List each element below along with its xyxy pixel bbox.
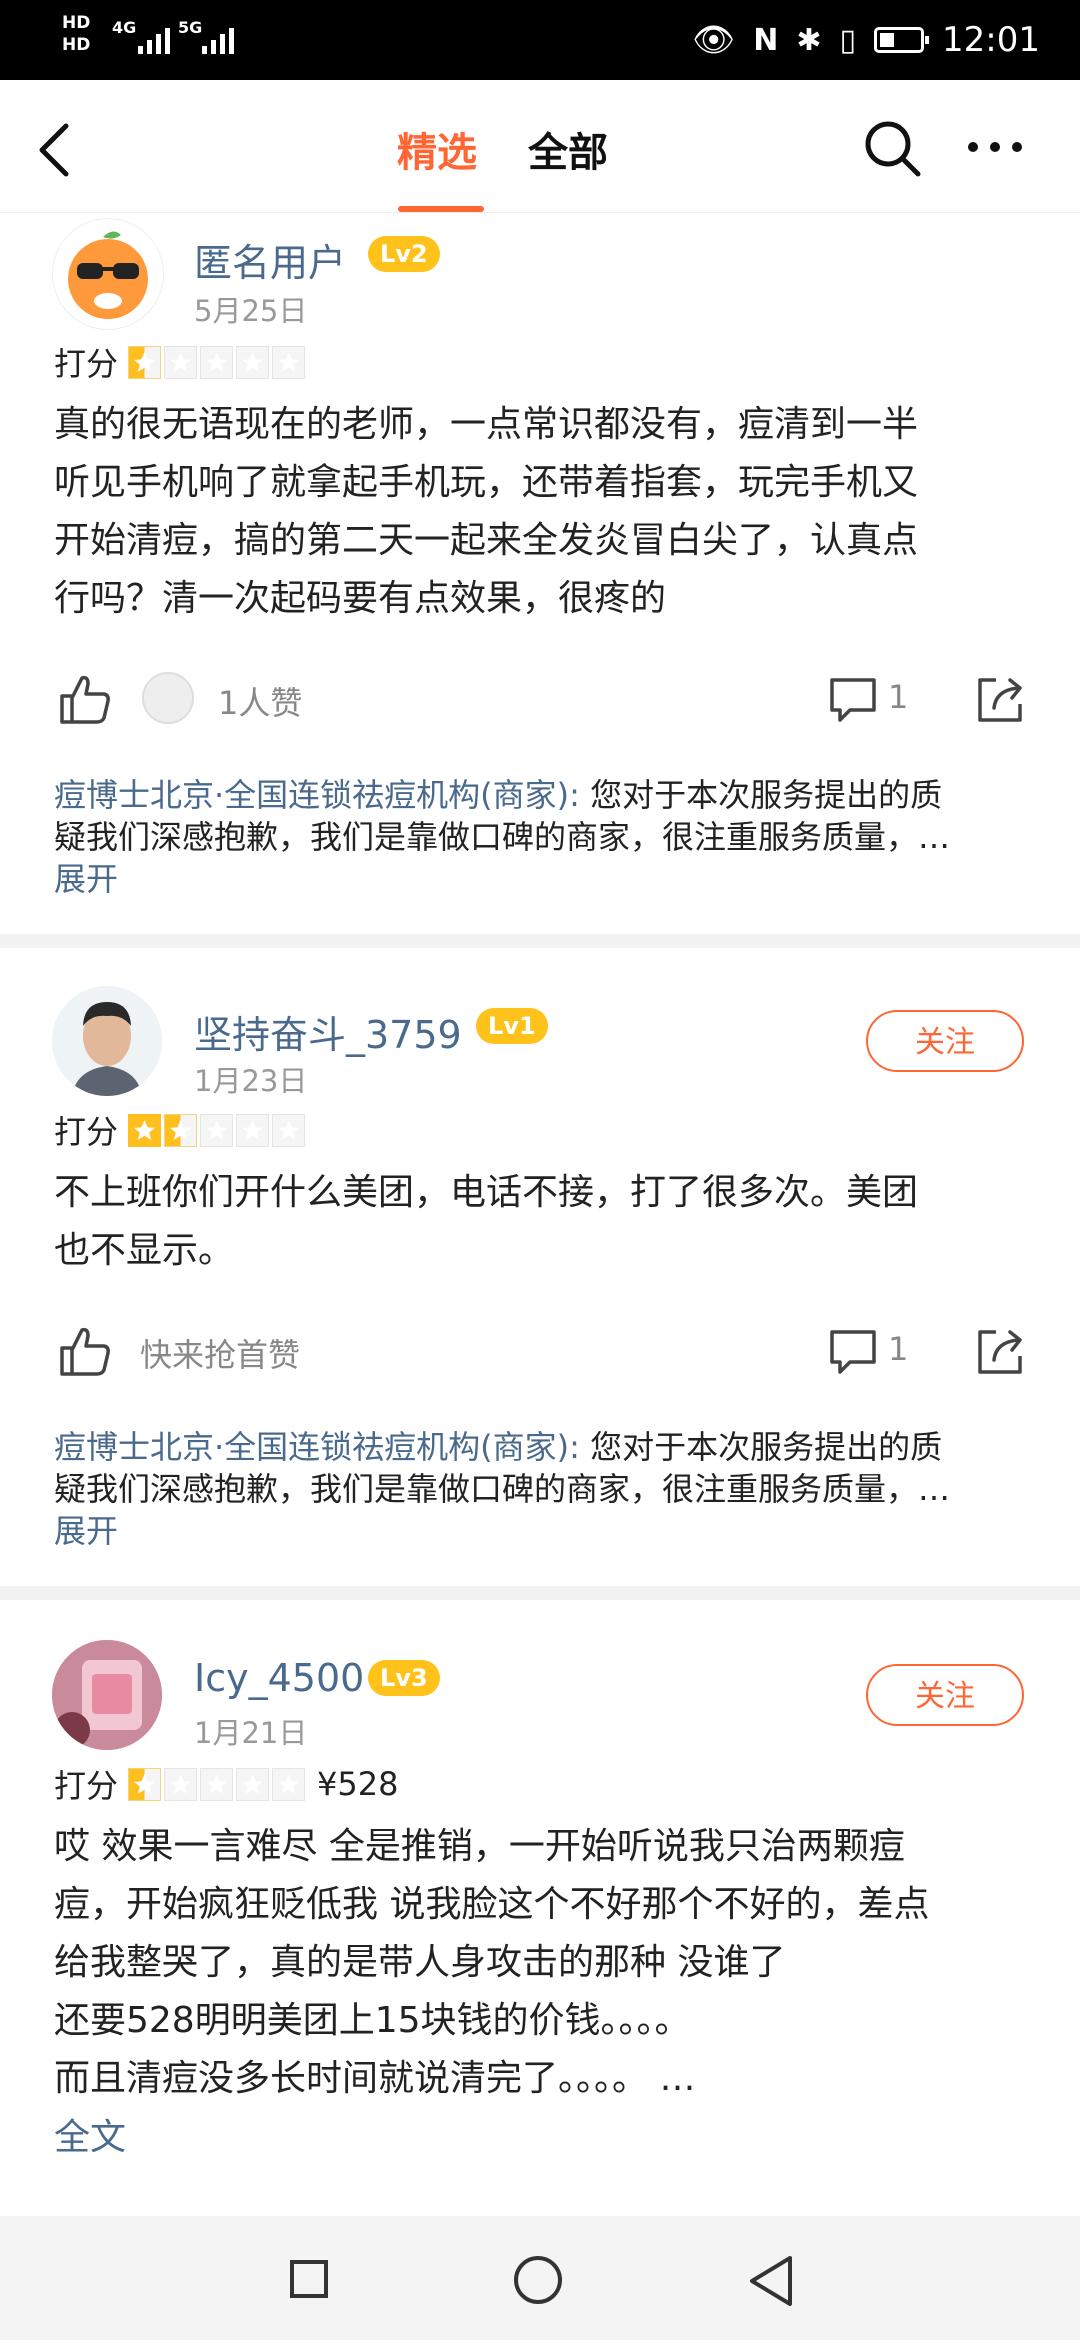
like-count[interactable]: 1人赞 [218, 678, 302, 724]
rating-row: 打分 [54, 1110, 306, 1151]
review-text: 哎 效果一言难尽 全是推销，一开始听说我只治两颗痘 痘，开始疯狂贬低我 说我脸这… [54, 1826, 930, 2099]
tab-featured[interactable]: 精选 [397, 120, 477, 178]
star-icon [272, 1767, 306, 1801]
star-icon [236, 1767, 270, 1801]
bluetooth-icon: ✱ [796, 22, 822, 58]
section-divider [0, 934, 1080, 948]
star-icon [272, 345, 306, 379]
expand-link[interactable]: 展开 [54, 1512, 118, 1550]
merchant-name[interactable]: 痘博士北京·全国连锁祛痘机构(商家): [54, 776, 580, 814]
top-nav-header: 精选 全部 [0, 80, 1080, 213]
comment-icon[interactable] [828, 1326, 878, 1376]
user-photo [52, 1640, 162, 1750]
section-divider [0, 1586, 1080, 1600]
orange-mascot-icon [68, 231, 148, 319]
star-icon [236, 1113, 270, 1147]
system-nav-bar [0, 2216, 1080, 2340]
search-icon[interactable] [862, 118, 924, 180]
battery-icon [874, 27, 930, 53]
score-label: 打分 [54, 1113, 119, 1151]
merchant-reply: 痘博士北京·全国连锁祛痘机构(商家): 您对于本次服务提出的质 疑我们深感抱歉，… [54, 1428, 951, 1550]
star-icon [200, 1113, 234, 1147]
vibrate-icon: ▯ [839, 22, 857, 58]
back-arrow-icon[interactable] [30, 120, 80, 180]
user-photo [52, 986, 162, 1096]
share-icon[interactable] [974, 672, 1028, 726]
follow-button[interactable]: 关注 [866, 1010, 1024, 1072]
home-icon[interactable] [514, 2256, 562, 2304]
action-row: 1人赞 1 [0, 668, 1080, 728]
star-icon [200, 1767, 234, 1801]
comment-count[interactable]: 1 [888, 678, 908, 716]
share-icon[interactable] [974, 1324, 1028, 1378]
next-card-peek [0, 2200, 1080, 2216]
review-date: 1月23日 [194, 1064, 308, 1098]
signal-bars-icon-2 [202, 22, 234, 54]
comment-count[interactable]: 1 [888, 1330, 908, 1368]
star-icon [128, 1767, 162, 1801]
price-paid: ¥528 [317, 1765, 399, 1803]
rating-row: 打分 ¥528 [54, 1764, 399, 1805]
avatar[interactable] [52, 218, 164, 330]
username[interactable]: 匿名用户 [194, 232, 346, 287]
like-prompt[interactable]: 快来抢首赞 [140, 1330, 300, 1376]
merchant-name[interactable]: 痘博士北京·全国连锁祛痘机构(商家): [54, 1428, 580, 1466]
username[interactable]: Icy_4500 [194, 1656, 364, 1700]
network-5g-label: 5G [178, 18, 203, 37]
score-label: 打分 [54, 1767, 119, 1805]
review-date: 5月25日 [194, 294, 308, 328]
level-badge: Lv2 [368, 236, 440, 272]
star-rating [128, 345, 306, 379]
nfc-icon: N [753, 22, 779, 58]
merchant-reply: 痘博士北京·全国连锁祛痘机构(商家): 您对于本次服务提出的质 疑我们深感抱歉，… [54, 776, 951, 898]
star-icon [128, 1113, 162, 1147]
star-icon [164, 1767, 198, 1801]
hd-indicator: HD HD [62, 13, 91, 55]
star-icon [272, 1113, 306, 1147]
avatar[interactable] [52, 1640, 162, 1750]
star-rating [128, 1767, 306, 1801]
avatar[interactable] [52, 986, 162, 1096]
star-icon [128, 345, 162, 379]
signal-bars-icon [138, 22, 170, 54]
level-badge: Lv3 [368, 1660, 440, 1696]
review-text: 真的很无语现在的老师，一点常识都没有，痘清到一半 听见手机响了就拿起手机玩，还带… [54, 404, 919, 619]
rating-row: 打分 [54, 342, 306, 383]
more-options-icon[interactable] [968, 142, 1024, 156]
network-4g-label: 4G [112, 18, 137, 37]
full-text-link[interactable]: 全文 [54, 2108, 126, 2160]
comment-icon[interactable] [828, 674, 878, 724]
username[interactable]: 坚持奋斗_3759 [194, 1004, 462, 1059]
level-badge: Lv1 [476, 1008, 548, 1044]
review-date: 1月21日 [194, 1716, 308, 1750]
review-text: 不上班你们开什么美团，电话不接，打了很多次。美团 也不显示。 [54, 1172, 919, 1271]
active-tab-indicator [398, 206, 484, 212]
star-icon [236, 345, 270, 379]
star-icon [164, 1113, 198, 1147]
system-back-icon[interactable] [746, 2254, 796, 2308]
follow-button[interactable]: 关注 [866, 1664, 1024, 1726]
status-bar: HD HD 4G 5G 👁 N ✱ ▯ 12:01 [0, 0, 1080, 80]
action-row: 快来抢首赞 1 [0, 1320, 1080, 1380]
eye-comfort-icon: 👁 [692, 20, 736, 60]
tab-all[interactable]: 全部 [528, 120, 608, 178]
expand-link[interactable]: 展开 [54, 860, 118, 898]
recent-apps-icon[interactable] [290, 2260, 328, 2298]
clock: 12:01 [942, 20, 1040, 60]
thumbs-up-icon[interactable] [58, 1324, 112, 1378]
thumbs-up-icon[interactable] [58, 672, 112, 726]
liker-avatar[interactable] [142, 672, 194, 724]
star-icon [164, 345, 198, 379]
star-rating [128, 1113, 306, 1147]
score-label: 打分 [54, 345, 119, 383]
star-icon [200, 345, 234, 379]
